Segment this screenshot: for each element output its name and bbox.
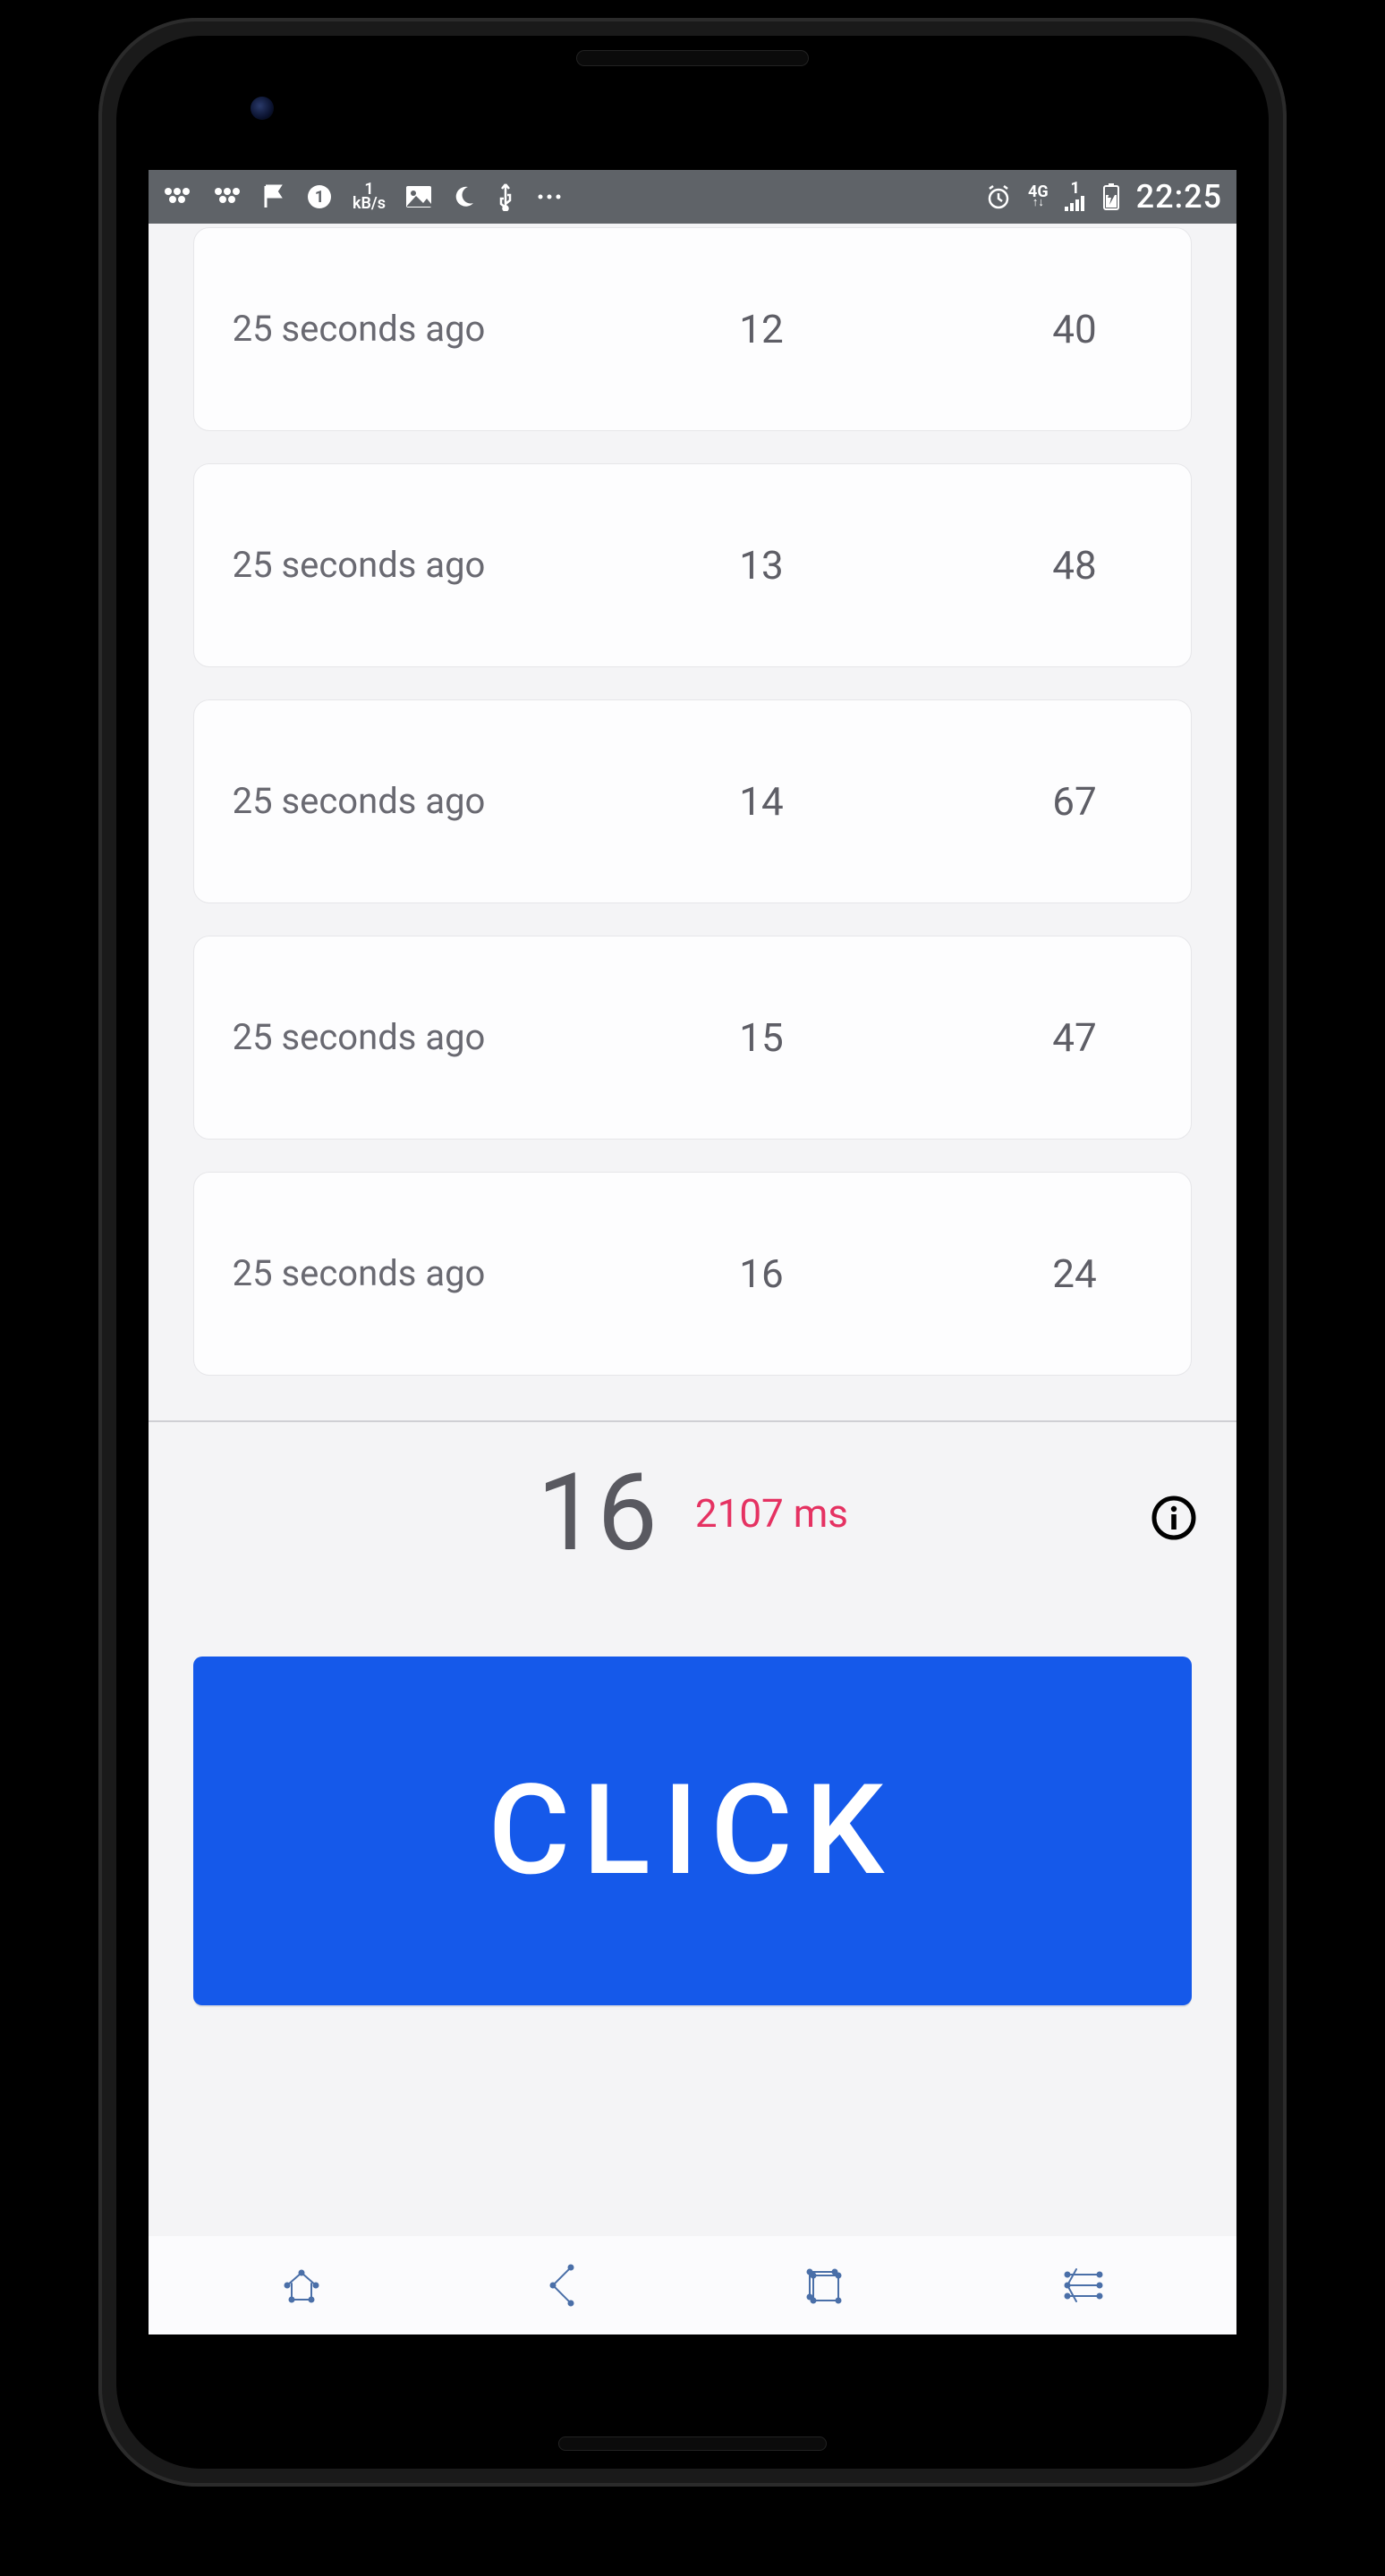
- row-timestamp: 25 seconds ago: [216, 779, 502, 824]
- row-value: 67: [1021, 778, 1128, 825]
- usb-icon: [495, 182, 516, 211]
- history-list[interactable]: 25 seconds ago 12 40 25 seconds ago 13 4…: [149, 224, 1236, 1376]
- picture-icon: [405, 185, 432, 208]
- status-right: 4G ↑↓ 1 22:25: [985, 178, 1222, 216]
- nav-back-button[interactable]: [531, 2254, 593, 2317]
- row-value: 48: [1021, 542, 1128, 589]
- flag-icon: [263, 184, 286, 209]
- history-row[interactable]: 25 seconds ago 14 67: [193, 699, 1192, 903]
- history-row[interactable]: 25 seconds ago 13 48: [193, 463, 1192, 667]
- info-button[interactable]: [1151, 1495, 1197, 1541]
- row-value: 47: [1021, 1014, 1128, 1061]
- status-bar: 1 1 kB/s: [149, 170, 1236, 224]
- history-row[interactable]: 25 seconds ago 15 47: [193, 936, 1192, 1140]
- network-speed-indicator: 1 kB/s: [353, 182, 386, 211]
- info-icon: [1151, 1495, 1197, 1541]
- network-type-indicator: 4G ↑↓: [1028, 186, 1049, 208]
- phone-frame: 1 1 kB/s: [98, 18, 1287, 2487]
- alarm-icon: [985, 183, 1012, 210]
- row-index: 12: [708, 306, 815, 352]
- clock: 22:25: [1136, 178, 1222, 216]
- row-timestamp: 25 seconds ago: [216, 543, 502, 588]
- back-icon: [542, 2260, 582, 2310]
- battery-icon: [1102, 182, 1120, 211]
- signal-sim-indicator: 1: [1065, 182, 1086, 211]
- kbs-unit: kB/s: [353, 197, 386, 211]
- row-index: 13: [708, 542, 815, 589]
- app-content: 25 seconds ago 12 40 25 seconds ago 13 4…: [149, 224, 1236, 2334]
- network-arrows: ↑↓: [1032, 199, 1044, 208]
- bottom-speaker: [558, 2436, 827, 2451]
- row-timestamp: 25 seconds ago: [216, 307, 502, 352]
- sim-slot: 1: [1070, 182, 1079, 195]
- row-timestamp: 25 seconds ago: [216, 1015, 502, 1060]
- row-value: 24: [1021, 1250, 1128, 1297]
- section-divider: [149, 1420, 1236, 1422]
- svg-text:1: 1: [315, 188, 324, 207]
- front-camera: [251, 97, 274, 120]
- circle-one-icon: 1: [306, 183, 333, 210]
- click-button-label: CLICK: [489, 1758, 897, 1904]
- system-nav-bar: [149, 2236, 1236, 2334]
- menu-icon: [1058, 2264, 1109, 2307]
- summary-latency: 2107 ms: [695, 1490, 848, 1537]
- row-index: 16: [708, 1250, 815, 1297]
- status-left: 1 1 kB/s: [163, 182, 969, 211]
- summary-count: 16: [537, 1451, 658, 1576]
- nav-home-button[interactable]: [270, 2254, 333, 2317]
- row-value: 40: [1021, 306, 1128, 352]
- history-row[interactable]: 25 seconds ago 16 24: [193, 1172, 1192, 1376]
- spacer: [149, 2050, 1236, 2236]
- summary-row: 16 2107 ms: [149, 1451, 1236, 1585]
- earpiece: [576, 50, 809, 66]
- phone-inner: 1 1 kB/s: [116, 36, 1269, 2469]
- row-timestamp: 25 seconds ago: [216, 1251, 502, 1296]
- click-button[interactable]: CLICK: [193, 1657, 1192, 2005]
- recents-icon: [799, 2261, 847, 2309]
- nav-recents-button[interactable]: [792, 2254, 854, 2317]
- app-icon-1: [163, 186, 193, 208]
- nav-menu-button[interactable]: [1052, 2254, 1115, 2317]
- row-index: 14: [708, 778, 815, 825]
- row-index: 15: [708, 1014, 815, 1061]
- screen: 1 1 kB/s: [149, 170, 1236, 2334]
- more-dots-icon: [536, 192, 563, 201]
- home-icon: [278, 2262, 325, 2309]
- moon-icon: [452, 185, 475, 208]
- history-row[interactable]: 25 seconds ago 12 40: [193, 227, 1192, 431]
- app-icon-2: [213, 186, 243, 208]
